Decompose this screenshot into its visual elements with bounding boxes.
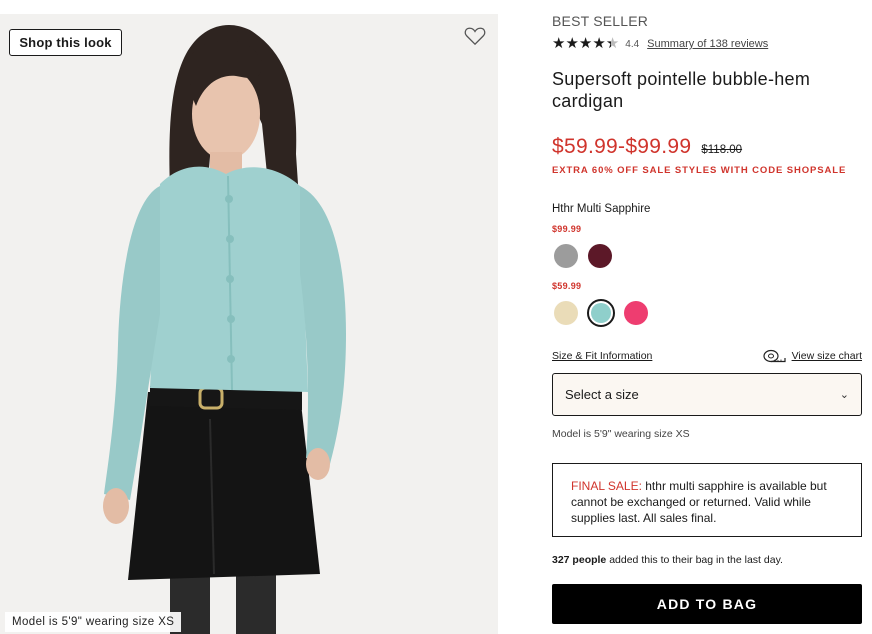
size-select[interactable]: Select a size ⌄ [552, 373, 862, 416]
sale-price: $59.99-$99.99 [552, 135, 692, 158]
swatch-heather-grey[interactable] [554, 244, 578, 268]
original-price: $118.00 [701, 144, 743, 156]
swatch-cream[interactable] [554, 301, 578, 325]
chevron-down-icon: ⌄ [839, 389, 849, 401]
model-caption: Model is 5'9" wearing size XS [5, 612, 182, 632]
rating-value: 4.4 [625, 38, 640, 50]
rating-stars: ★ ★ ★ ★ ★ [552, 36, 619, 52]
promo-text: EXTRA 60% OFF SALE STYLES WITH CODE SHOP… [552, 165, 847, 176]
swatch-burgundy[interactable] [588, 244, 612, 268]
reviews-link[interactable]: Summary of 138 reviews [647, 38, 768, 50]
rating-row: ★ ★ ★ ★ ★ 4.4 Summary of 138 reviews [552, 36, 768, 52]
color-name: Hthr Multi Sapphire [552, 203, 651, 215]
final-sale-notice: FINAL SALE: hthr multi sapphire is avail… [552, 463, 862, 537]
star-icon: ★ [592, 35, 606, 52]
size-select-placeholder: Select a size [565, 387, 639, 402]
swatch-pink[interactable] [624, 301, 648, 325]
best-seller-badge: BEST SELLER [552, 13, 649, 29]
social-text: added this to their bag in the last day. [606, 554, 783, 566]
measuring-tape-icon [762, 349, 786, 363]
heart-icon[interactable] [464, 26, 486, 46]
view-size-chart-link[interactable]: View size chart [762, 348, 862, 364]
swatch-group-price: $59.99 [552, 281, 582, 291]
size-fit-info-link[interactable]: Size & Fit Information [552, 350, 652, 362]
model-note: Model is 5'9" wearing size XS [552, 428, 690, 440]
product-title: Supersoft pointelle bubble-hem cardigan [552, 69, 811, 111]
shop-this-look-button[interactable]: Shop this look [9, 29, 122, 56]
social-proof: 327 people added this to their bag in th… [552, 554, 783, 566]
product-image[interactable]: Shop this look Model is 5'9" wearing siz… [0, 14, 498, 634]
social-count: 327 people [552, 554, 607, 566]
star-icon: ★ [578, 35, 593, 52]
add-to-bag-button[interactable]: ADD TO BAG [552, 584, 862, 624]
swatch-group-price: $99.99 [552, 224, 582, 234]
final-sale-label: FINAL SALE: [571, 479, 642, 493]
model-photo [0, 14, 498, 634]
view-size-chart-label: View size chart [791, 350, 862, 362]
star-icon: ★ [565, 35, 579, 52]
price-row: $59.99-$99.99 $118.00 [552, 135, 742, 159]
star-icon: ★ [605, 35, 620, 52]
size-links-row: Size & Fit Information View size chart [552, 348, 862, 364]
swatch-hthr-multi-sapphire[interactable] [587, 299, 615, 327]
star-icon: ★ [552, 35, 566, 52]
